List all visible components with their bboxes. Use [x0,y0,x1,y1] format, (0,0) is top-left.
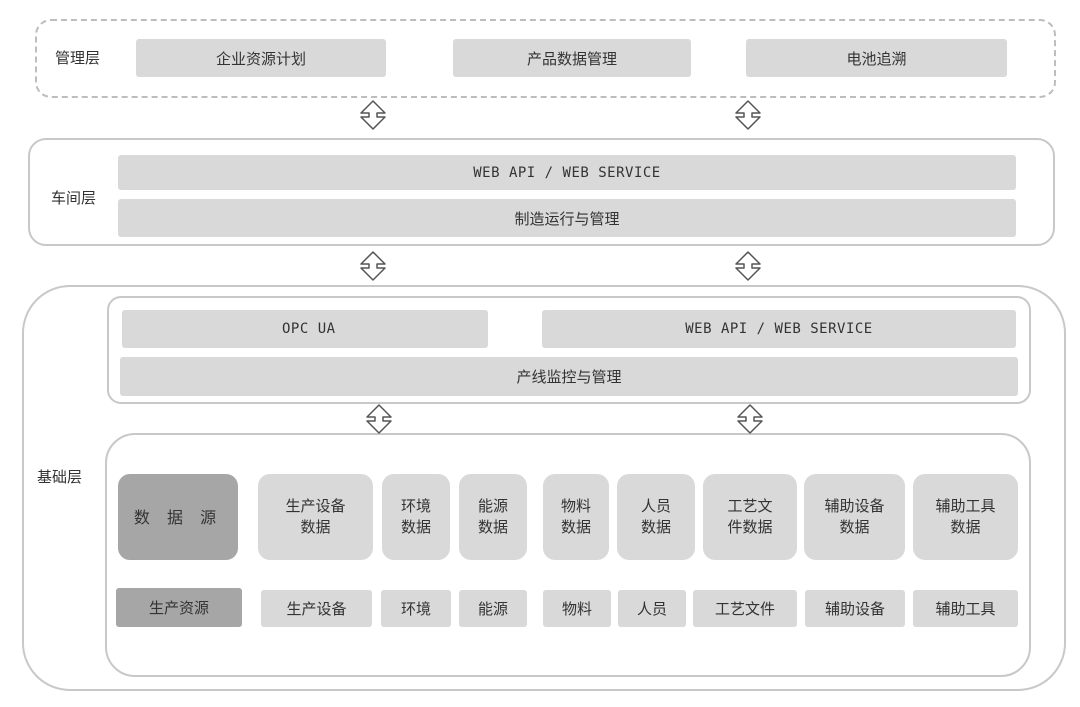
bidirectional-arrow-icon [366,404,392,434]
workshop-layer-label: 车间层 [51,189,97,207]
data-tile: 能源 数据 [459,474,527,560]
bidirectional-arrow-icon [737,404,763,434]
resource-chip: 人员 [618,590,686,627]
management-layer-label: 管理层 [55,49,101,67]
bidirectional-arrow-icon [360,100,386,130]
pdm-box: 产品数据管理 [453,39,691,77]
bidirectional-arrow-icon [735,100,761,130]
mom-bar: 制造运行与管理 [118,199,1016,237]
data-tile: 生产设备 数据 [258,474,373,560]
data-tile: 物料 数据 [543,474,609,560]
resource-chip: 环境 [381,590,451,627]
base-api-bar: WEB API / WEB SERVICE [542,310,1016,348]
resource-chip: 辅助设备 [805,590,905,627]
resource-chip: 物料 [543,590,611,627]
data-tile: 辅助设备 数据 [804,474,905,560]
resource-chip: 辅助工具 [913,590,1018,627]
data-tile: 工艺文 件数据 [703,474,797,560]
resource-chip: 工艺文件 [693,590,797,627]
data-source-tile: 数 据 源 [118,474,238,560]
bidirectional-arrow-icon [360,251,386,281]
battery-trace-box: 电池追溯 [746,39,1007,77]
workshop-api-bar: WEB API / WEB SERVICE [118,155,1016,190]
resource-chip: 生产设备 [261,590,372,627]
bidirectional-arrow-icon [735,251,761,281]
resource-chip: 能源 [459,590,527,627]
resource-label-chip: 生产资源 [116,588,242,627]
line-monitor-bar: 产线监控与管理 [120,357,1018,396]
base-layer-label: 基础层 [37,468,83,486]
erp-box: 企业资源计划 [136,39,386,77]
opc-ua-bar: OPC UA [122,310,488,348]
data-tile: 环境 数据 [382,474,450,560]
data-tile: 人员 数据 [617,474,695,560]
data-tile: 辅助工具 数据 [913,474,1018,560]
